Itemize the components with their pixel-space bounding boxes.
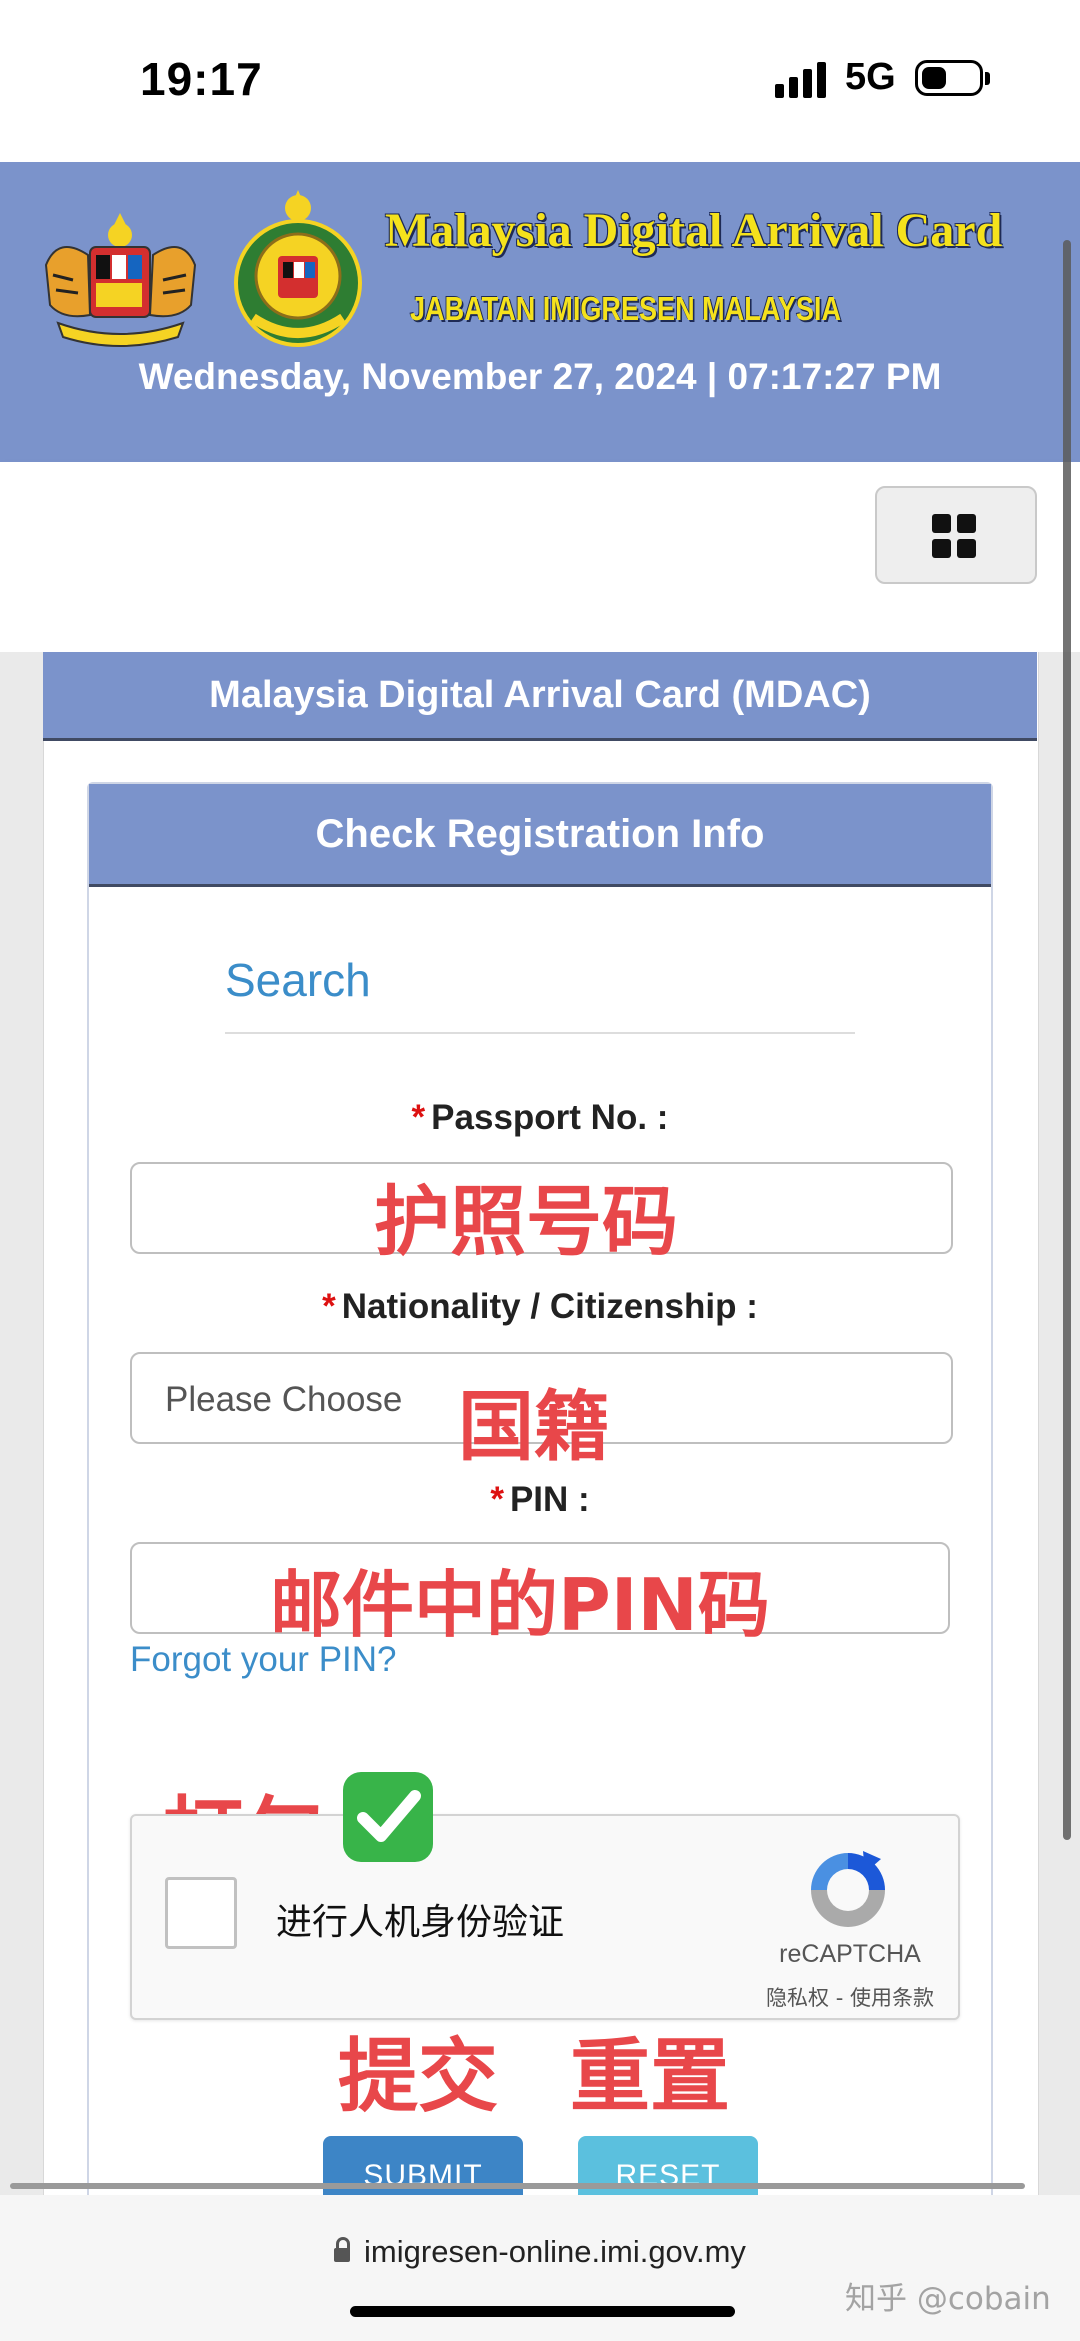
panel-title: Malaysia Digital Arrival Card (MDAC) xyxy=(43,652,1037,741)
nationality-label-text: Nationality / Citizenship : xyxy=(341,1287,758,1326)
site-subtitle: JABATAN IMIGRESEN MALAYSIA xyxy=(410,290,841,327)
required-mark: * xyxy=(490,1480,504,1519)
annotation-passport: 护照号码 xyxy=(374,1177,678,1266)
search-divider xyxy=(225,1032,855,1034)
battery-icon xyxy=(915,60,983,96)
card-title: Check Registration Info xyxy=(89,784,991,887)
required-mark: * xyxy=(411,1098,426,1137)
annotation-reset: 重置 xyxy=(570,2030,730,2123)
network-type: 5G xyxy=(845,56,896,98)
menu-button[interactable] xyxy=(875,486,1037,584)
recaptcha-brand: reCAPTCHA xyxy=(779,1940,921,1968)
check-registration-card xyxy=(87,782,993,2282)
passport-label: * Passport No. : xyxy=(0,1098,1080,1138)
lock-icon xyxy=(334,2237,351,2262)
recaptcha-text: 进行人机身份验证 xyxy=(276,1902,565,1943)
watermark: 知乎 @cobain xyxy=(845,2281,1051,2317)
nationality-placeholder: Please Choose xyxy=(165,1380,403,1419)
signal-icon xyxy=(775,58,831,98)
toolbar-divider xyxy=(10,2183,1025,2189)
current-datetime: Wednesday, November 27, 2024 | 07:17:27 … xyxy=(138,356,942,397)
recaptcha-logo-icon xyxy=(811,1851,885,1927)
passport-label-text: Passport No. : xyxy=(431,1098,669,1137)
url-bar[interactable]: imigresen-online.imi.gov.my xyxy=(0,2234,1080,2270)
pin-label-text: PIN : xyxy=(509,1480,590,1519)
home-indicator[interactable] xyxy=(350,2306,735,2317)
url-text: imigresen-online.imi.gov.my xyxy=(364,2234,746,2269)
site-title: Malaysia Digital Arrival Card xyxy=(385,204,1003,257)
search-heading: Search xyxy=(225,954,371,1006)
immigration-badge-logo xyxy=(234,190,362,347)
recaptcha-links[interactable]: 隐私权 - 使用条款 xyxy=(740,1982,960,2012)
coat-of-arms-logo xyxy=(44,213,197,347)
battery-cap xyxy=(985,72,990,85)
status-time: 19:17 xyxy=(140,53,263,105)
annotation-submit: 提交 xyxy=(338,2030,498,2123)
annotation-pin: 邮件中的PIN码 xyxy=(270,1563,770,1647)
forgot-pin-link[interactable]: Forgot your PIN? xyxy=(130,1640,397,1680)
recaptcha-checkbox[interactable] xyxy=(165,1877,237,1949)
check-mark-icon xyxy=(343,1772,433,1862)
required-mark: * xyxy=(322,1287,336,1326)
scrollbar[interactable] xyxy=(1063,240,1071,1840)
annotation-nationality: 国籍 xyxy=(458,1382,610,1471)
pin-label: * PIN : xyxy=(0,1480,1080,1520)
nationality-label: * Nationality / Citizenship : xyxy=(0,1287,1080,1327)
